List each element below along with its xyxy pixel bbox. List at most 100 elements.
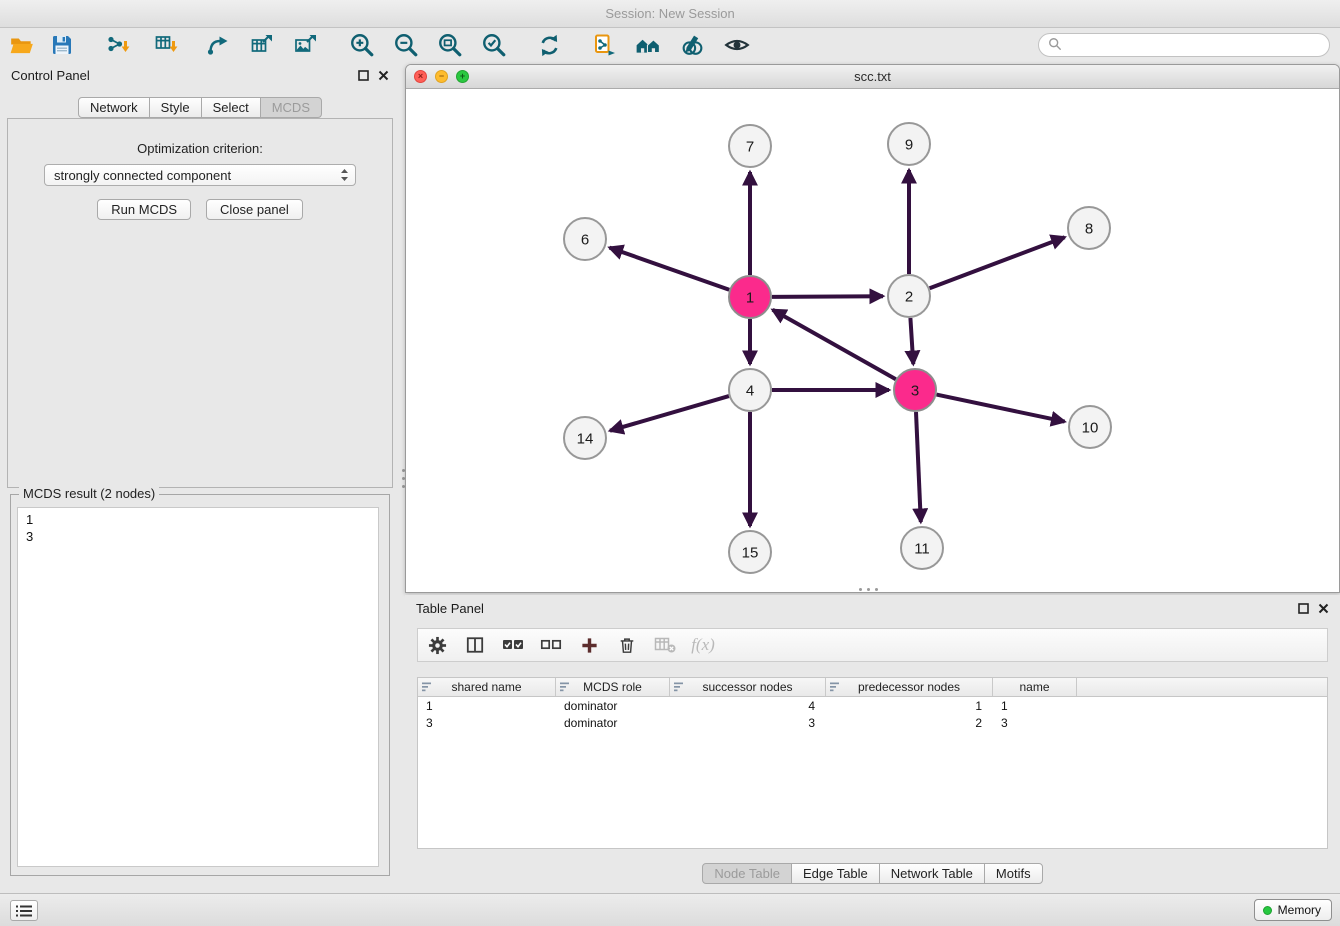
float-panel-icon[interactable] — [358, 70, 369, 81]
graph-node-label-1: 1 — [746, 289, 754, 306]
criterion-select[interactable]: strongly connected component — [44, 164, 356, 186]
table-row[interactable]: 3 dominator 3 2 3 — [418, 714, 1327, 731]
table-panel: Table Panel f( — [405, 595, 1340, 893]
zoom-in-icon[interactable] — [347, 30, 377, 60]
import-network-icon[interactable] — [103, 30, 133, 60]
graph-edge-3-1[interactable] — [773, 310, 896, 379]
column-header-name[interactable]: name — [993, 678, 1077, 696]
status-menu-button[interactable] — [10, 900, 38, 921]
network-graph[interactable]: 7968124314101511 — [406, 89, 1339, 592]
graph-node-label-4: 4 — [746, 382, 754, 399]
run-mcds-button[interactable]: Run MCDS — [97, 199, 191, 220]
sort-icon[interactable] — [830, 682, 840, 692]
first-neighbors-icon[interactable] — [633, 30, 663, 60]
open-file-icon[interactable] — [7, 30, 37, 60]
network-window-titlebar[interactable]: × − + scc.txt — [406, 65, 1339, 89]
graph-node-label-2: 2 — [905, 288, 913, 305]
apply-preferred-layout-icon[interactable] — [677, 30, 707, 60]
export-network-icon[interactable] — [203, 30, 233, 60]
graph-node-label-11: 11 — [914, 540, 930, 557]
main-toolbar — [0, 28, 1340, 62]
delete-table-icon — [654, 634, 676, 656]
cell-shared-name[interactable]: 3 — [418, 716, 556, 730]
function-builder-icon: f(x) — [692, 634, 714, 656]
search-input[interactable] — [1067, 38, 1320, 52]
unselect-all-columns-icon[interactable] — [540, 634, 562, 656]
table-settings-gear-icon[interactable] — [426, 634, 448, 656]
show-columns-icon[interactable] — [464, 634, 486, 656]
tab-network-table[interactable]: Network Table — [879, 863, 985, 884]
network-canvas[interactable]: 7968124314101511 — [406, 89, 1339, 592]
graph-edge-2-3[interactable] — [910, 318, 913, 364]
graph-edge-1-2[interactable] — [772, 296, 883, 297]
close-icon[interactable] — [1318, 603, 1329, 614]
save-session-icon[interactable] — [47, 30, 77, 60]
search-icon — [1048, 37, 1062, 54]
tab-network[interactable]: Network — [78, 97, 150, 118]
search-box[interactable] — [1038, 33, 1330, 57]
delete-column-trash-icon[interactable] — [616, 634, 638, 656]
select-all-columns-icon[interactable] — [502, 634, 524, 656]
mcds-result-list[interactable]: 1 3 — [17, 507, 379, 867]
graph-edge-2-8[interactable] — [930, 237, 1065, 288]
zoom-fit-icon[interactable] — [435, 30, 465, 60]
create-column-plus-icon[interactable] — [578, 634, 600, 656]
graph-edge-4-14[interactable] — [610, 396, 729, 431]
tab-node-table[interactable]: Node Table — [702, 863, 792, 884]
import-table-icon[interactable] — [151, 30, 181, 60]
column-header-filler — [1077, 678, 1327, 696]
cell-successor-nodes[interactable]: 4 — [670, 699, 826, 713]
sort-icon[interactable] — [560, 682, 570, 692]
graph-edge-1-6[interactable] — [610, 248, 730, 290]
mcds-tab-panel: Optimization criterion: strongly connect… — [7, 118, 393, 488]
splitter-grip-horizontal[interactable] — [851, 585, 885, 593]
sort-icon[interactable] — [674, 682, 684, 692]
cell-mcds-role[interactable]: dominator — [556, 699, 670, 713]
zoom-selected-icon[interactable] — [479, 30, 509, 60]
close-window-button[interactable]: × — [414, 70, 427, 83]
export-image-icon[interactable] — [291, 30, 321, 60]
table-panel-title: Table Panel — [416, 601, 484, 616]
tab-motifs[interactable]: Motifs — [984, 863, 1043, 884]
cell-name[interactable]: 1 — [993, 699, 1077, 713]
status-bar: Memory — [0, 893, 1340, 926]
refresh-view-icon[interactable] — [534, 30, 564, 60]
new-network-from-selection-icon[interactable] — [589, 30, 619, 60]
graph-node-label-15: 15 — [742, 544, 759, 561]
mcds-result-title: MCDS result (2 nodes) — [19, 486, 159, 501]
graph-node-label-10: 10 — [1082, 419, 1099, 436]
export-table-icon[interactable] — [247, 30, 277, 60]
tab-edge-table[interactable]: Edge Table — [791, 863, 880, 884]
window-title: Session: New Session — [605, 6, 734, 21]
cell-successor-nodes[interactable]: 3 — [670, 716, 826, 730]
tab-select[interactable]: Select — [201, 97, 261, 118]
cell-name[interactable]: 3 — [993, 716, 1077, 730]
control-panel-title: Control Panel — [11, 68, 90, 83]
column-header-shared-name[interactable]: shared name — [418, 678, 556, 696]
column-header-mcds-role[interactable]: MCDS role — [556, 678, 670, 696]
minimize-window-button[interactable]: − — [435, 70, 448, 83]
tab-style[interactable]: Style — [149, 97, 202, 118]
close-panel-button[interactable]: Close panel — [206, 199, 303, 220]
tab-mcds[interactable]: MCDS — [260, 97, 322, 118]
cell-predecessor-nodes[interactable]: 1 — [826, 699, 993, 713]
cell-predecessor-nodes[interactable]: 2 — [826, 716, 993, 730]
column-header-predecessor-nodes[interactable]: predecessor nodes — [826, 678, 993, 696]
sort-icon[interactable] — [422, 682, 432, 692]
close-icon[interactable] — [378, 70, 389, 81]
graph-edge-3-10[interactable] — [937, 395, 1065, 422]
control-panel: Control Panel Network Style Select MCDS … — [0, 62, 400, 893]
graph-edge-3-11[interactable] — [916, 412, 921, 522]
cell-mcds-role[interactable]: dominator — [556, 716, 670, 730]
window-titlebar[interactable]: Session: New Session — [0, 0, 1340, 28]
graph-node-label-8: 8 — [1085, 220, 1093, 237]
table-row[interactable]: 1 dominator 4 1 1 — [418, 697, 1327, 714]
float-panel-icon[interactable] — [1298, 603, 1309, 614]
optimization-criterion-label: Optimization criterion: — [8, 141, 392, 156]
memory-button[interactable]: Memory — [1254, 899, 1332, 921]
cell-shared-name[interactable]: 1 — [418, 699, 556, 713]
zoom-window-button[interactable]: + — [456, 70, 469, 83]
show-hide-icon[interactable] — [722, 30, 752, 60]
column-header-successor-nodes[interactable]: successor nodes — [670, 678, 826, 696]
zoom-out-icon[interactable] — [391, 30, 421, 60]
